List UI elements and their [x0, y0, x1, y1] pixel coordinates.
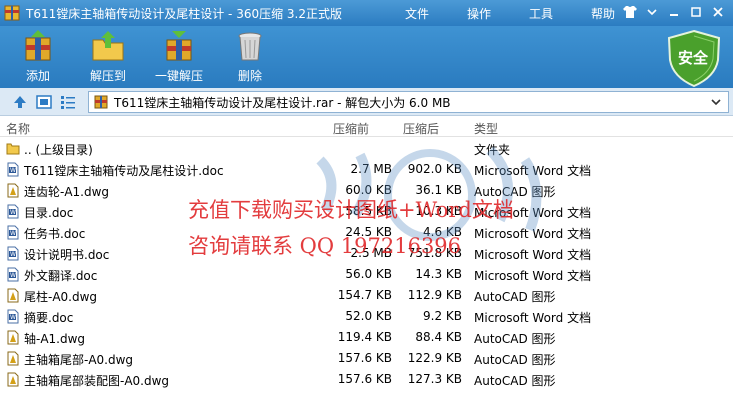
dwg-icon	[6, 372, 20, 387]
column-name[interactable]: 名称	[6, 120, 30, 137]
doc-icon: W	[6, 267, 20, 282]
file-compressed-size: 9.2 KB	[423, 309, 462, 323]
folder-icon	[6, 141, 20, 156]
column-compressed[interactable]: 压缩后	[403, 120, 439, 137]
file-name: .. (上级目录)	[24, 143, 93, 157]
archive-path: T611镗床主轴箱传动设计及尾柱设计.rar - 解包大小为 6.0 MB	[114, 95, 451, 110]
security-shield[interactable]: 安全	[663, 28, 725, 88]
extract-to-button[interactable]: 解压到	[90, 28, 126, 84]
security-label: 安全	[678, 49, 709, 67]
dwg-icon	[6, 288, 20, 303]
file-size: 157.6 KB	[337, 351, 392, 365]
skin-shirt-icon[interactable]	[619, 3, 641, 21]
app-rar-icon	[4, 5, 20, 21]
one-click-extract-icon	[166, 31, 192, 61]
file-size: 52.0 KB	[345, 309, 392, 323]
file-name: 外文翻译.doc	[24, 269, 98, 283]
add-button[interactable]: 添加	[20, 28, 56, 84]
file-name: T611镗床主轴箱传动及尾柱设计.doc	[24, 164, 224, 178]
file-size: 154.7 KB	[337, 288, 392, 302]
doc-icon: W	[6, 225, 20, 240]
svg-text:W: W	[10, 314, 16, 321]
column-type[interactable]: 类型	[474, 120, 498, 137]
file-compressed-size: 122.9 KB	[407, 351, 462, 365]
file-type: AutoCAD 图形	[474, 353, 556, 367]
extract-folder-icon	[92, 31, 124, 61]
doc-icon: W	[6, 246, 20, 261]
one-click-extract-label: 一键解压	[155, 69, 204, 83]
menu-tools[interactable]: 工具	[529, 5, 553, 22]
file-name: 设计说明书.doc	[24, 248, 110, 262]
title-bar: T611镗床主轴箱传动设计及尾柱设计 - 360压缩 3.2正式版 文件 操作 …	[0, 0, 733, 26]
file-compressed-size: 112.9 KB	[407, 288, 462, 302]
file-size: 119.4 KB	[337, 330, 392, 344]
file-name: 任务书.doc	[24, 227, 86, 241]
file-name: 主轴箱尾部装配图-A0.dwg	[24, 374, 170, 388]
one-click-extract-button[interactable]: 一键解压	[155, 28, 203, 84]
file-compressed-size: 127.3 KB	[407, 372, 462, 386]
trash-icon	[238, 32, 262, 61]
doc-icon: W	[6, 309, 20, 324]
svg-text:W: W	[10, 230, 16, 237]
watermark-line-1: 充值下载购买设计图纸+Word文档	[188, 198, 514, 222]
maximize-icon[interactable]	[685, 3, 707, 21]
address-bar: T611镗床主轴箱传动设计及尾柱设计.rar - 解包大小为 6.0 MB	[0, 88, 733, 116]
svg-text:W: W	[10, 272, 16, 279]
delete-button[interactable]: 删除	[232, 28, 268, 84]
file-row[interactable]: 主轴箱尾部装配图-A0.dwg 157.6 KB 127.3 KB AutoCAD 图…	[0, 369, 733, 390]
column-header: 名称 压缩前 压缩后 类型	[0, 117, 733, 137]
file-name: 尾柱-A0.dwg	[24, 290, 98, 304]
file-name: 目录.doc	[24, 206, 74, 220]
file-compressed-size: 88.4 KB	[415, 330, 462, 344]
toolbar: 添加 解压到 一键解压 删除 安全	[0, 26, 733, 88]
file-size: 157.6 KB	[337, 372, 392, 386]
file-name: 连齿轮-A1.dwg	[24, 185, 110, 199]
column-size[interactable]: 压缩前	[333, 120, 369, 137]
rar-archive-icon	[94, 95, 108, 109]
file-type: AutoCAD 图形	[474, 290, 556, 304]
menu-operate[interactable]: 操作	[467, 5, 491, 22]
close-icon[interactable]	[707, 3, 729, 21]
delete-label: 删除	[237, 69, 262, 83]
dwg-icon	[6, 183, 20, 198]
file-row[interactable]: 尾柱-A0.dwg 154.7 KB 112.9 KB AutoCAD 图形	[0, 285, 733, 306]
add-label: 添加	[25, 69, 50, 83]
file-type: AutoCAD 图形	[474, 374, 556, 388]
file-row[interactable]: W 摘要.doc 52.0 KB 9.2 KB Microsoft Word 文档	[0, 306, 733, 327]
menu-file[interactable]: 文件	[405, 5, 429, 22]
file-name: 主轴箱尾部-A0.dwg	[24, 353, 134, 367]
thumbnail-view-icon[interactable]	[36, 94, 52, 110]
file-row[interactable]: 主轴箱尾部-A0.dwg 157.6 KB 122.9 KB AutoCAD 图形	[0, 348, 733, 369]
window-title: T611镗床主轴箱传动设计及尾柱设计 - 360压缩 3.2正式版	[26, 6, 342, 21]
doc-icon: W	[6, 204, 20, 219]
doc-icon: W	[6, 162, 20, 177]
minimize-icon[interactable]	[663, 3, 685, 21]
file-name: 摘要.doc	[24, 311, 74, 325]
file-name: 轴-A1.dwg	[24, 332, 86, 346]
path-field[interactable]: T611镗床主轴箱传动设计及尾柱设计.rar - 解包大小为 6.0 MB	[88, 91, 729, 113]
path-dropdown-icon[interactable]	[708, 94, 724, 110]
svg-text:W: W	[10, 209, 16, 216]
menu-dropdown-icon[interactable]	[641, 3, 663, 21]
file-type: AutoCAD 图形	[474, 332, 556, 346]
file-type: Microsoft Word 文档	[474, 311, 592, 325]
add-archive-icon	[25, 30, 51, 61]
svg-text:W: W	[10, 167, 16, 174]
dwg-icon	[6, 351, 20, 366]
svg-text:W: W	[10, 251, 16, 258]
dwg-icon	[6, 330, 20, 345]
menu-help[interactable]: 帮助	[591, 5, 615, 22]
file-row[interactable]: 轴-A1.dwg 119.4 KB 88.4 KB AutoCAD 图形	[0, 327, 733, 348]
watermark-line-2: 咨询请联系 QQ 1972163​96	[188, 234, 462, 258]
up-arrow-icon[interactable]	[12, 94, 28, 110]
list-view-icon[interactable]	[60, 94, 76, 110]
extract-to-label: 解压到	[90, 69, 127, 83]
